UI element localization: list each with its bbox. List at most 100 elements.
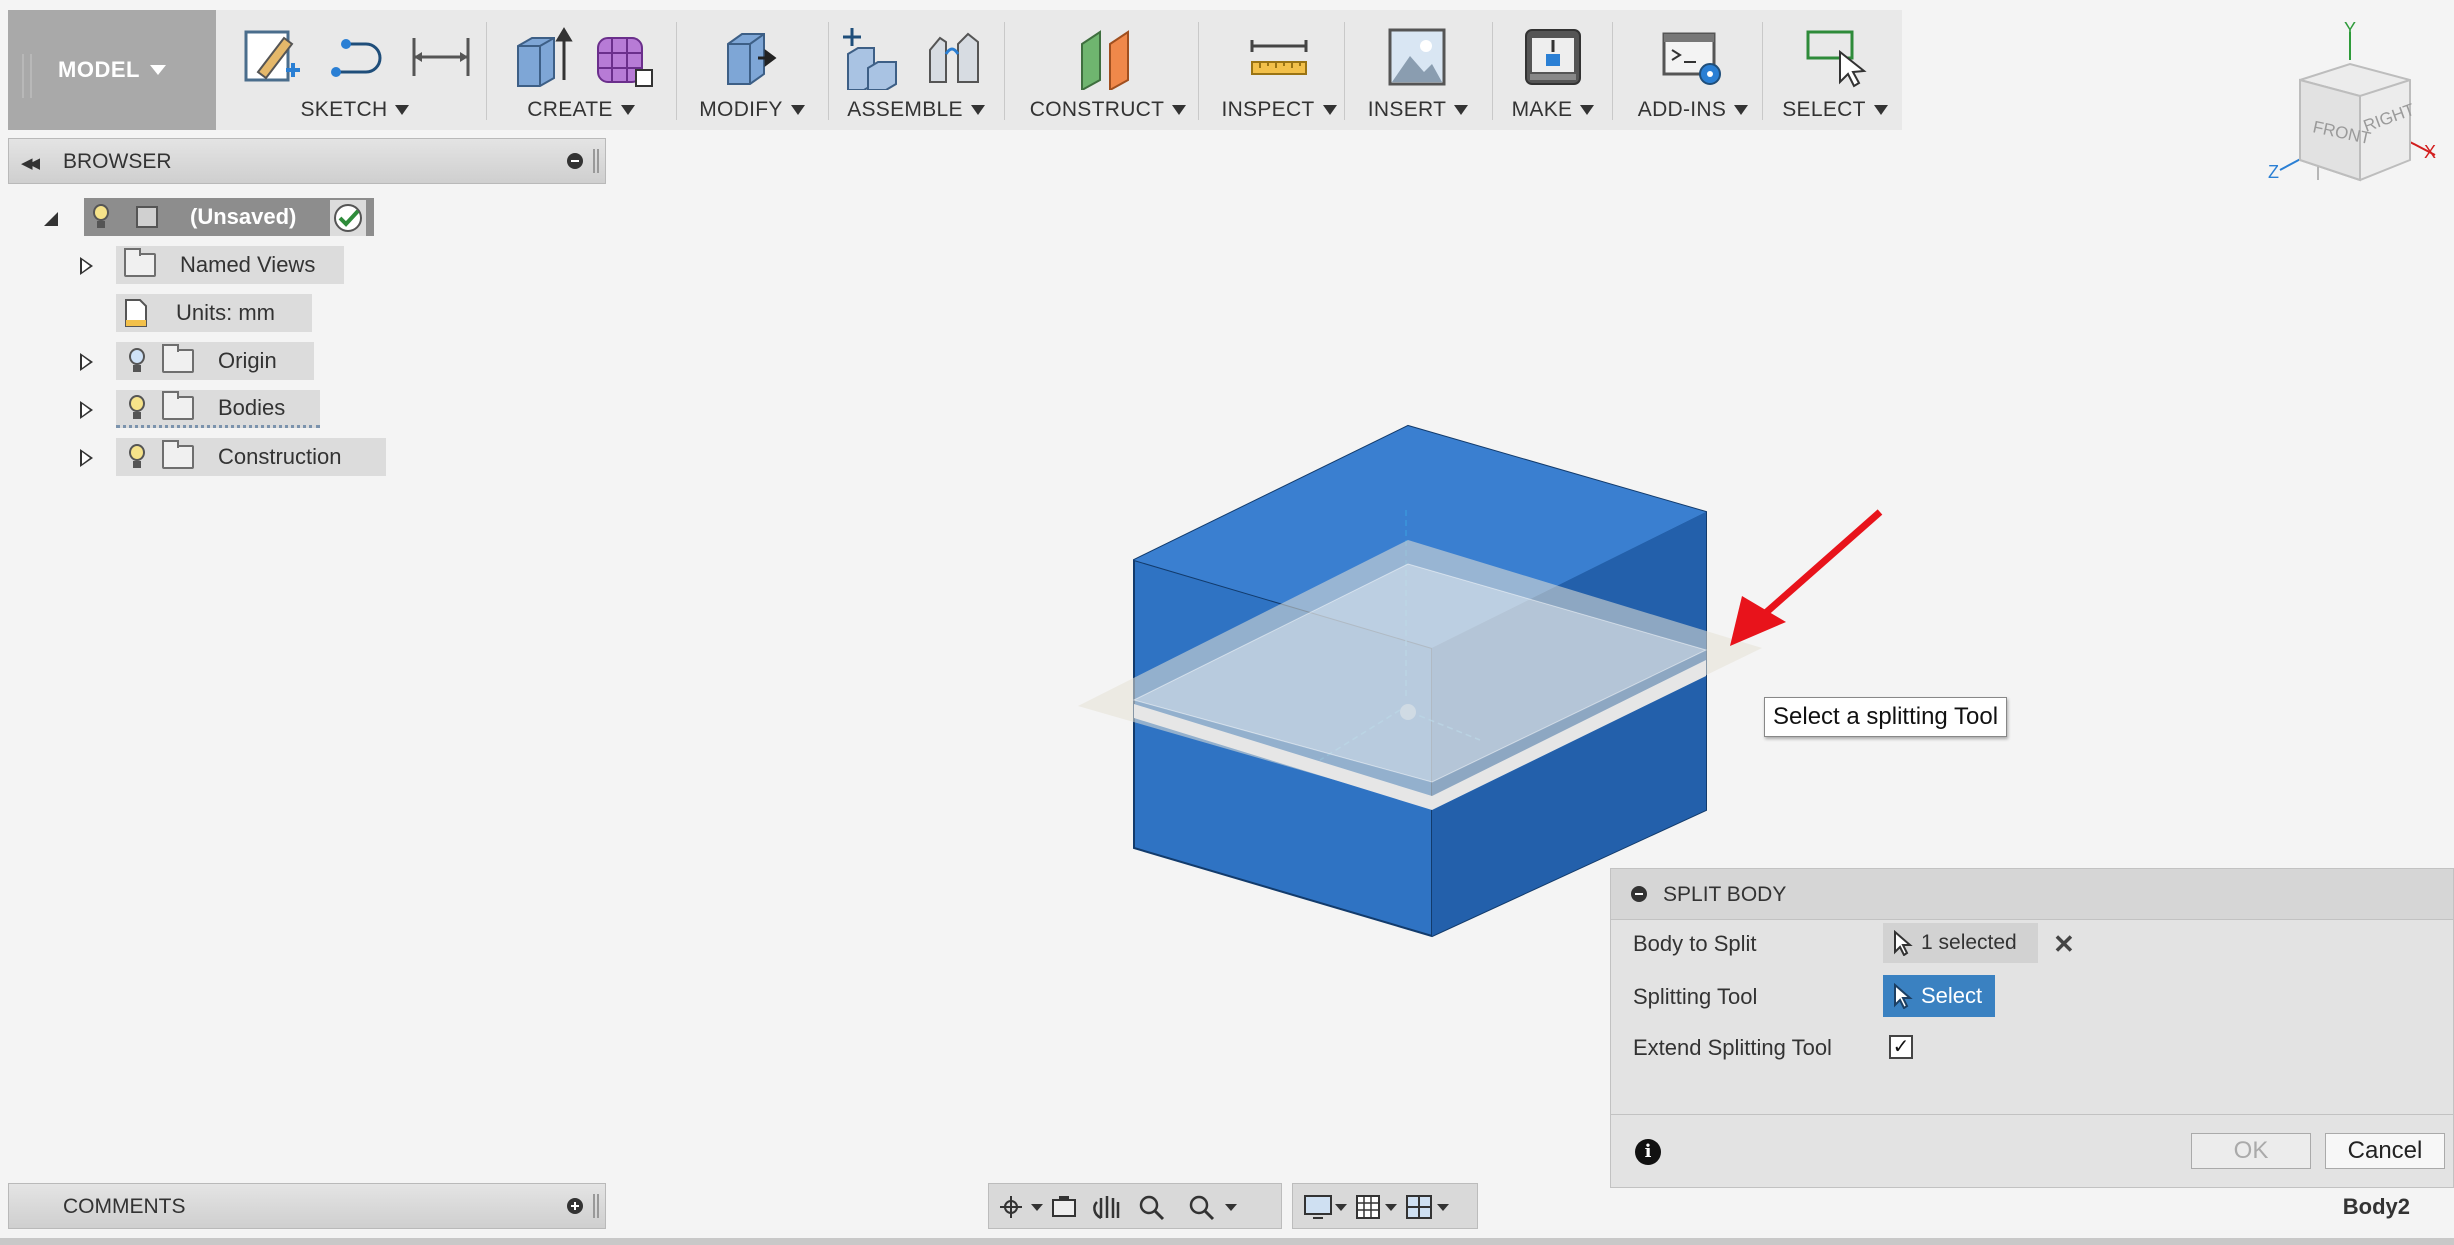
tree-item-label: Bodies	[218, 394, 286, 420]
chevron-down-icon	[1385, 1204, 1397, 1211]
3d-print-icon[interactable]	[1520, 24, 1586, 90]
fit-icon[interactable]	[1189, 1195, 1215, 1221]
visibility-bulb-icon[interactable]	[128, 444, 146, 470]
collapse-panel-icon[interactable]: ◀◀	[21, 154, 40, 172]
tree-item-bodies[interactable]: Bodies	[116, 390, 320, 428]
extend-splitting-tool-checkbox[interactable]: ✓	[1889, 1035, 1913, 1059]
chevron-down-icon	[1225, 1204, 1237, 1211]
expand-comments-icon[interactable]	[567, 1198, 583, 1214]
insert-menu[interactable]: INSERT	[1350, 98, 1486, 122]
viewports-icon[interactable]	[1406, 1195, 1432, 1219]
dialog-title: SPLIT BODY	[1663, 883, 1787, 906]
modify-menu[interactable]: MODIFY	[682, 98, 822, 122]
workspace-switcher[interactable]: MODEL	[8, 10, 216, 130]
modify-label: MODIFY	[699, 98, 783, 121]
create-menu[interactable]: CREATE	[492, 98, 670, 122]
select-label: SELECT	[1782, 98, 1866, 121]
extend-splitting-tool-label: Extend Splitting Tool	[1633, 1035, 1832, 1060]
visibility-bulb-icon[interactable]	[128, 394, 146, 421]
minimize-icon[interactable]	[567, 153, 583, 169]
expand-bodies-icon[interactable]	[80, 401, 93, 419]
select-button-label: Select	[1921, 983, 1983, 1008]
chevron-down-icon	[1873, 105, 1888, 115]
expand-root-icon[interactable]	[44, 212, 58, 226]
chevron-down-icon	[790, 105, 805, 115]
press-pull-icon[interactable]	[718, 24, 784, 90]
make-group: MAKE	[1498, 10, 1608, 130]
chevron-down-icon	[149, 65, 166, 75]
tree-item-named-views[interactable]: Named Views	[116, 246, 344, 284]
toolbar-divider	[486, 22, 487, 120]
body-to-split-selection[interactable]: 1 selected	[1883, 923, 2038, 963]
comments-panel-header[interactable]: COMMENTS	[8, 1183, 606, 1229]
selection-count: 1 selected	[1921, 931, 2017, 954]
create-sketch-icon[interactable]	[240, 24, 306, 90]
insert-image-icon[interactable]	[1384, 24, 1450, 90]
display-settings-icon[interactable]	[1304, 1195, 1332, 1219]
axis-y-label: Y	[2344, 20, 2356, 39]
chevron-down-icon	[1031, 1204, 1043, 1211]
pan-icon[interactable]	[1093, 1196, 1120, 1220]
chevron-down-icon	[1322, 105, 1337, 115]
panel-grip[interactable]	[593, 1194, 599, 1218]
splitting-tool-select-button[interactable]: Select	[1883, 975, 1995, 1017]
orbit-icon[interactable]	[1000, 1196, 1022, 1218]
viewcube[interactable]: FRONT RIGHT Y Z X	[2260, 20, 2440, 190]
make-menu[interactable]: MAKE	[1498, 98, 1608, 122]
expand-construction-icon[interactable]	[80, 449, 93, 467]
visibility-bulb-icon[interactable]	[128, 348, 146, 374]
scripts-addins-icon[interactable]	[1660, 24, 1726, 90]
offset-plane-icon[interactable]	[1074, 24, 1140, 90]
tree-item-construction[interactable]: Construction	[116, 438, 386, 476]
tree-item-units[interactable]: Units: mm	[116, 294, 312, 332]
tree-item-origin[interactable]: Origin	[116, 342, 314, 380]
cursor-icon	[1894, 983, 1913, 1009]
tree-item-label: Origin	[218, 348, 277, 373]
add-ins-menu[interactable]: ADD-INS	[1618, 98, 1768, 122]
select-menu[interactable]: SELECT	[1768, 98, 1902, 122]
toolbar-divider	[828, 22, 829, 120]
line-tool-icon[interactable]	[326, 24, 392, 90]
workspace-label: MODEL	[58, 57, 140, 82]
form-icon[interactable]	[590, 24, 656, 90]
toolbar-divider	[1492, 22, 1493, 120]
dimension-icon[interactable]	[408, 24, 474, 90]
clear-selection-icon[interactable]: ✕	[2053, 929, 2075, 960]
assemble-menu[interactable]: ASSEMBLE	[834, 98, 998, 122]
comments-title: COMMENTS	[63, 1195, 186, 1218]
look-at-icon[interactable]	[1052, 1196, 1076, 1217]
new-component-icon[interactable]	[838, 24, 904, 90]
folder-icon	[162, 440, 194, 469]
panel-grip[interactable]	[593, 149, 599, 173]
inspect-menu[interactable]: INSPECT	[1204, 98, 1354, 122]
dialog-header[interactable]: SPLIT BODY	[1611, 869, 2453, 920]
collapse-dialog-icon[interactable]	[1631, 886, 1647, 902]
toolbar-divider	[676, 22, 677, 120]
construct-menu[interactable]: CONSTRUCT	[1010, 98, 1206, 122]
units-doc-icon	[125, 299, 147, 327]
zoom-icon[interactable]	[1139, 1195, 1165, 1221]
visibility-bulb-icon[interactable]	[92, 204, 110, 230]
dialog-divider	[1611, 1114, 2453, 1115]
chevron-down-icon	[1437, 1204, 1449, 1211]
ok-button[interactable]: OK	[2191, 1133, 2311, 1169]
sketch-menu[interactable]: SKETCH	[230, 98, 480, 122]
window-select-icon[interactable]	[1804, 24, 1870, 90]
expand-named-views-icon[interactable]	[80, 257, 93, 275]
info-icon[interactable]: i	[1635, 1139, 1661, 1165]
tree-item-label: Named Views	[180, 252, 316, 277]
chevron-down-icon	[1580, 105, 1595, 115]
joint-icon[interactable]	[922, 24, 988, 90]
grid-snaps-icon[interactable]	[1356, 1195, 1380, 1219]
extrude-icon[interactable]	[510, 24, 576, 90]
toolbar-grip[interactable]	[22, 54, 32, 98]
inspect-group: INSPECT	[1204, 10, 1354, 130]
construct-group: CONSTRUCT	[1010, 10, 1206, 130]
measure-icon[interactable]	[1246, 24, 1312, 90]
chevron-down-icon	[970, 105, 985, 115]
cancel-button[interactable]: Cancel	[2325, 1133, 2445, 1169]
expand-origin-icon[interactable]	[80, 353, 93, 371]
chevron-down-icon	[395, 105, 410, 115]
insert-group: INSERT	[1350, 10, 1486, 130]
toolbar-divider	[1004, 22, 1005, 120]
